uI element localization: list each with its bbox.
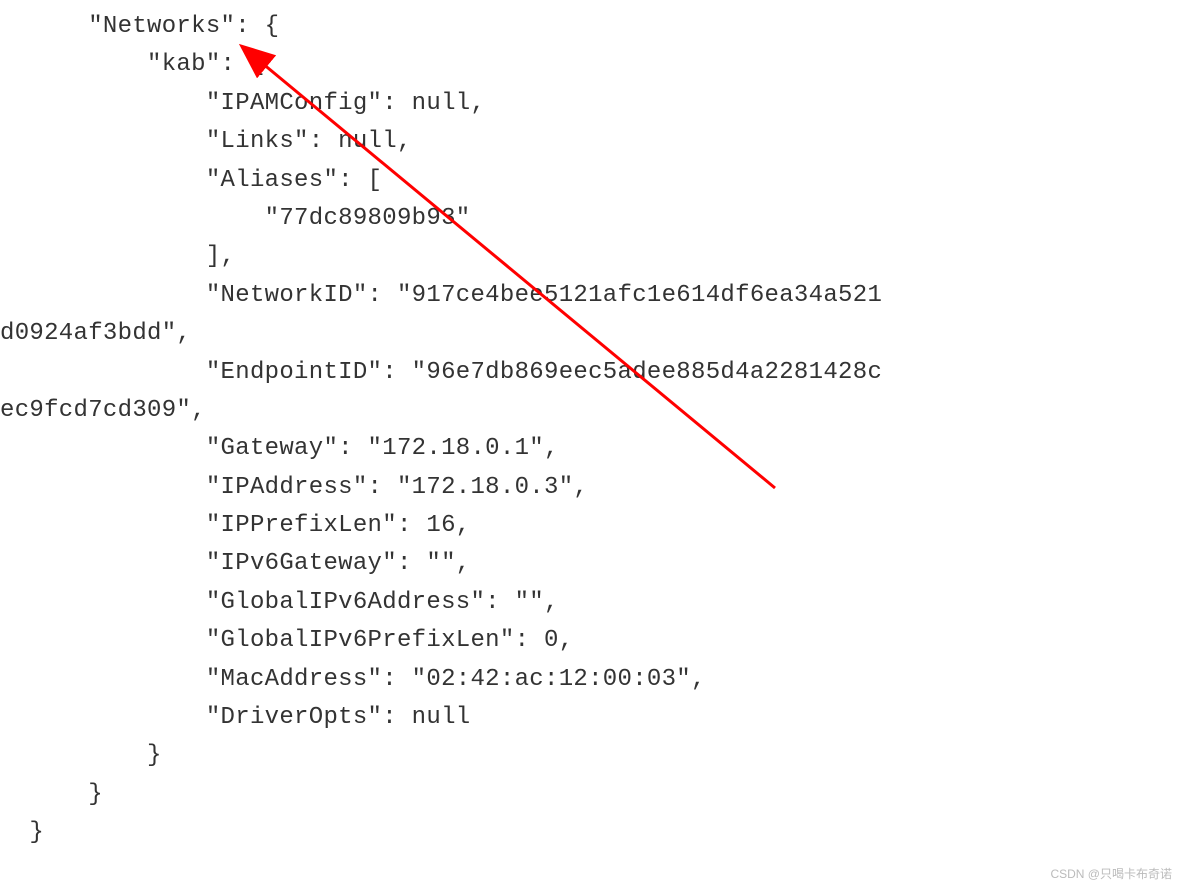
code-line: "DriverOpts": null [0,704,470,731]
code-line: "NetworkID": "917ce4bee5121afc1e614df6ea… [0,282,882,309]
code-line: "Networks": { [0,13,279,40]
code-line: "IPv6Gateway": "", [0,550,470,577]
code-line: "Aliases": [ [0,167,382,194]
code-line: } [0,742,162,769]
watermark: CSDN @只喝卡布奇诺 [1050,865,1172,882]
code-line: ec9fcd7cd309", [0,397,206,424]
json-code-block: "Networks": { "kab": { "IPAMConfig": nul… [0,8,882,853]
code-line: "kab": { [0,51,265,78]
code-line: "Links": null, [0,128,412,155]
code-line: "Gateway": "172.18.0.1", [0,435,559,462]
code-line: } [0,781,103,808]
code-line: "77dc89809b93" [0,205,470,232]
code-line: "EndpointID": "96e7db869eec5adee885d4a22… [0,359,882,386]
code-line: "GlobalIPv6PrefixLen": 0, [0,627,573,654]
code-line: d0924af3bdd", [0,320,191,347]
code-line: "IPPrefixLen": 16, [0,512,470,539]
code-line: "GlobalIPv6Address": "", [0,589,559,616]
code-line: "IPAMConfig": null, [0,90,485,117]
code-line: } [0,819,44,846]
code-line: ], [0,243,235,270]
code-line: "MacAddress": "02:42:ac:12:00:03", [0,666,706,693]
code-line: "IPAddress": "172.18.0.3", [0,474,588,501]
